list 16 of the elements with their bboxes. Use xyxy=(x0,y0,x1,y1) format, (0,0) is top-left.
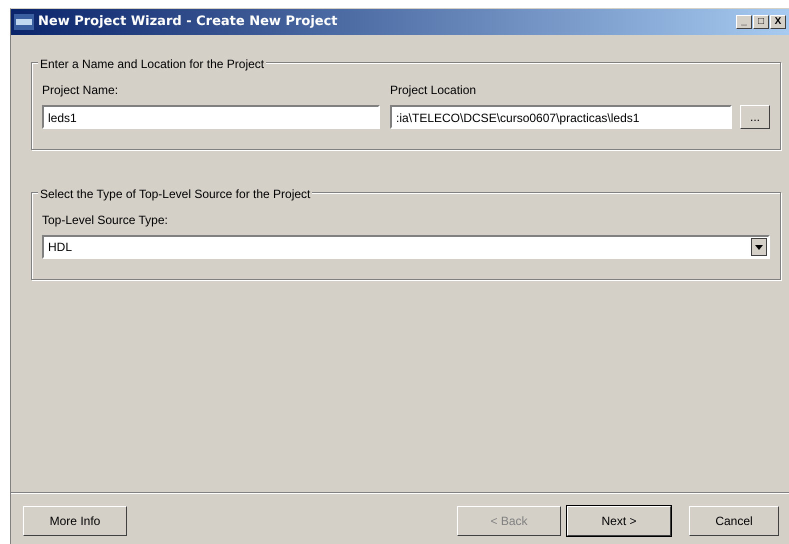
app-logo-icon xyxy=(14,14,34,30)
input-field[interactable]: leds1 xyxy=(42,105,380,129)
dialog-button[interactable]: More Info xyxy=(23,506,127,536)
dialog-button[interactable]: Next > xyxy=(567,506,671,536)
dialog-button[interactable]: Cancel xyxy=(689,506,779,536)
close-button[interactable]: X xyxy=(770,15,786,29)
field-label: Top-Level Source Type: xyxy=(42,212,169,229)
dropdown-field[interactable]: HDL xyxy=(42,235,770,259)
field-label: Project Name: xyxy=(42,82,120,99)
minimize-button[interactable]: _ xyxy=(736,15,752,29)
field-label: Project Location xyxy=(390,82,478,99)
dropdown-value: HDL xyxy=(48,239,74,256)
maximize-button[interactable]: □ xyxy=(753,15,769,29)
browse-button[interactable]: ... xyxy=(740,105,770,129)
input-field[interactable]: :ia\TELECO\DCSE\curso0607\practicas\leds1 xyxy=(390,105,732,129)
window-title: New Project Wizard - Create New Project xyxy=(38,13,339,32)
